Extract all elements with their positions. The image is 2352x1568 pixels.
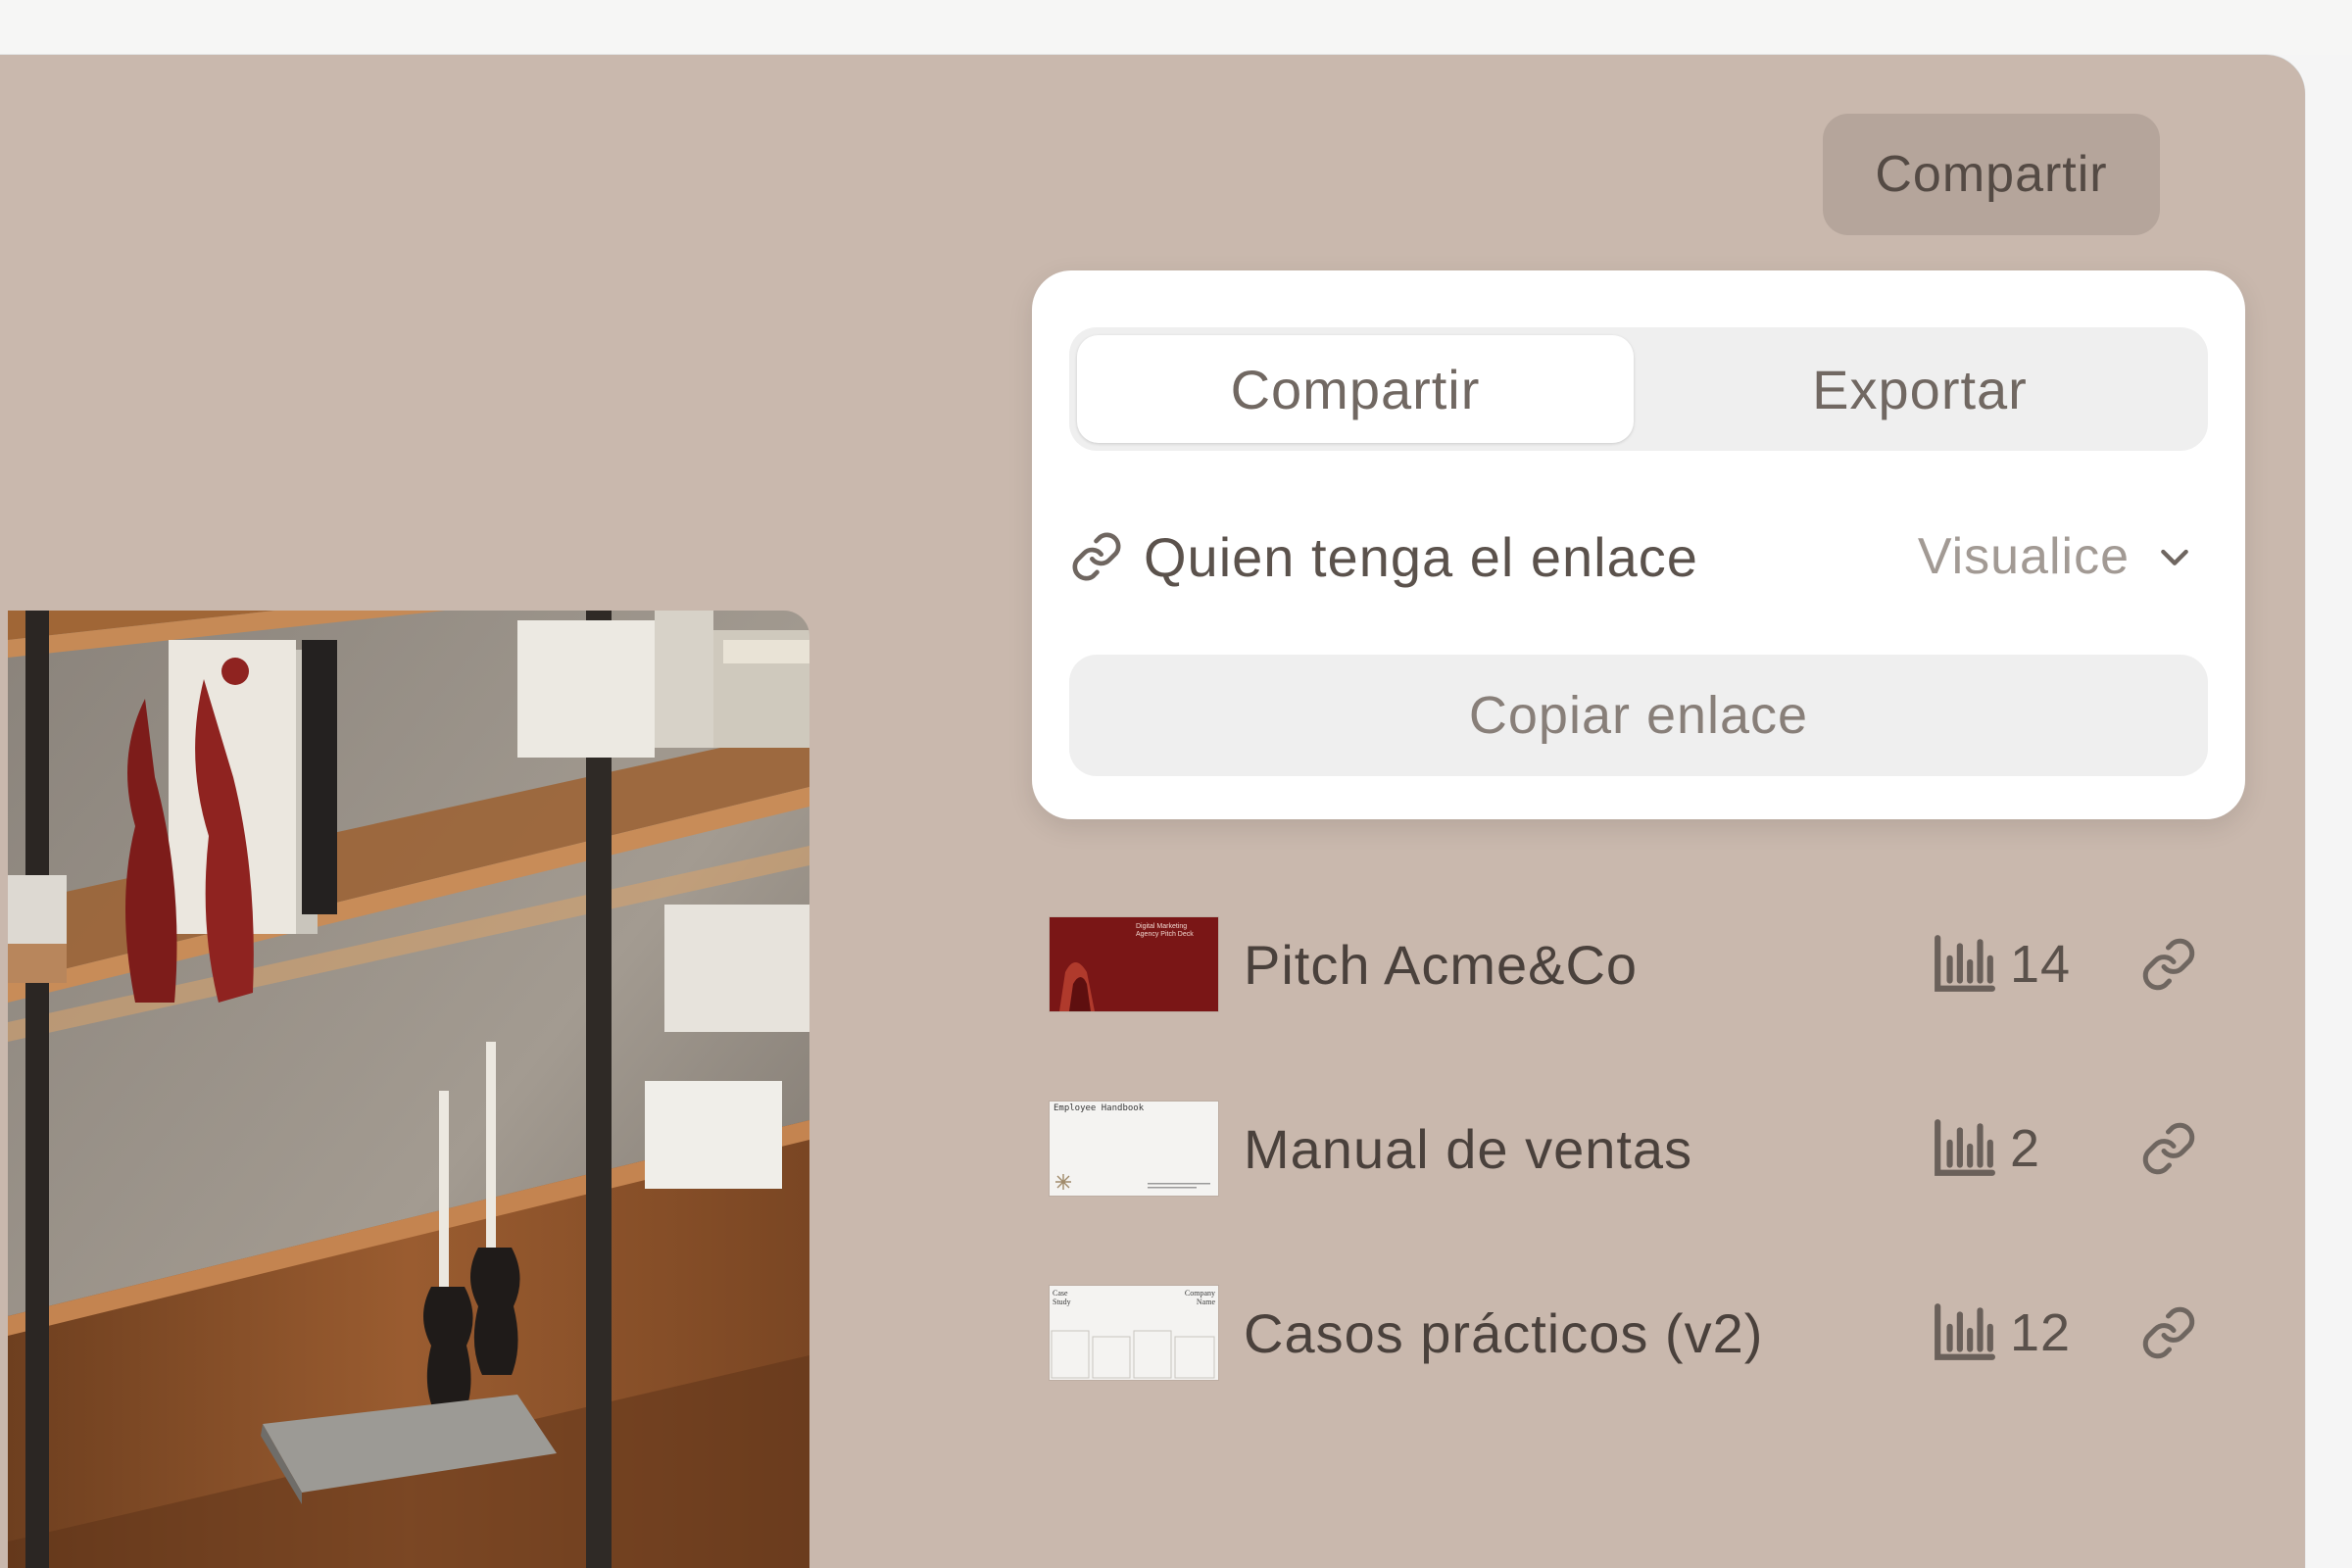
share-export-tabs: Compartir Exportar <box>1069 327 2208 451</box>
copy-link-icon[interactable] <box>2139 935 2198 994</box>
tab-export[interactable]: Exportar <box>1642 335 2198 443</box>
bar-chart-icon <box>1935 1303 1995 1360</box>
permission-dropdown[interactable]: Visualice <box>1918 527 2208 586</box>
thumbnail-title: Employee Handbook <box>1054 1103 1145 1113</box>
bar-chart-icon <box>1935 1119 1995 1176</box>
top-strip <box>0 0 2352 55</box>
list-item[interactable]: Case Study Company Name Casos prácticos … <box>1050 1284 2226 1382</box>
thumbnail-title: Digital Marketing Agency Pitch Deck <box>1136 923 1194 938</box>
view-count: 14 <box>2010 935 2072 994</box>
view-stats: 12 <box>1932 1302 2071 1363</box>
document-thumbnail: Employee Handbook <box>1050 1102 1218 1196</box>
view-stats: 2 <box>1932 1118 2040 1179</box>
document-name: Casos prácticos (v2) <box>1244 1301 1764 1364</box>
thumbnail-text-lines <box>1148 1183 1210 1189</box>
list-item[interactable]: Digital Marketing Agency Pitch Deck Pitc… <box>1050 915 2226 1013</box>
chevron-down-icon <box>2161 549 2188 565</box>
link-access-label: Quien tenga el enlace <box>1144 525 1698 588</box>
shelf-photo <box>8 611 809 1568</box>
link-access-row: Quien tenga el enlace Visualice <box>1069 517 2208 596</box>
app-frame: Compartir Compartir Exportar Quien tenga… <box>0 55 2305 1568</box>
view-stats: 14 <box>1932 934 2071 995</box>
copy-link-button[interactable]: Copiar enlace <box>1069 655 2208 776</box>
bar-chart-icon <box>1935 935 1995 992</box>
thumbnail-subtitle: Company Name <box>1184 1289 1215 1306</box>
document-thumbnail: Case Study Company Name <box>1050 1286 1218 1380</box>
list-item[interactable]: Employee Handbook Manual de ventas 2 <box>1050 1100 2226 1198</box>
document-thumbnail: Digital Marketing Agency Pitch Deck <box>1050 917 1218 1011</box>
view-count: 2 <box>2010 1119 2041 1178</box>
view-count: 12 <box>2010 1303 2072 1362</box>
thumbnail-art <box>1059 962 1095 1011</box>
document-name: Manual de ventas <box>1244 1117 1693 1180</box>
tab-share[interactable]: Compartir <box>1077 335 1634 443</box>
thumbnail-columns <box>1051 1330 1215 1379</box>
thumbnail-title: Case Study <box>1053 1289 1071 1306</box>
share-panel: Compartir Exportar Quien tenga el enlace… <box>1032 270 2245 819</box>
link-icon <box>1072 532 1121 581</box>
asterisk-icon <box>1055 1174 1071 1190</box>
copy-link-icon[interactable] <box>2139 1119 2198 1178</box>
share-button[interactable]: Compartir <box>1823 114 2160 235</box>
permission-value: Visualice <box>1917 528 2130 585</box>
document-name: Pitch Acme&Co <box>1244 933 1639 996</box>
copy-link-icon[interactable] <box>2139 1303 2198 1362</box>
